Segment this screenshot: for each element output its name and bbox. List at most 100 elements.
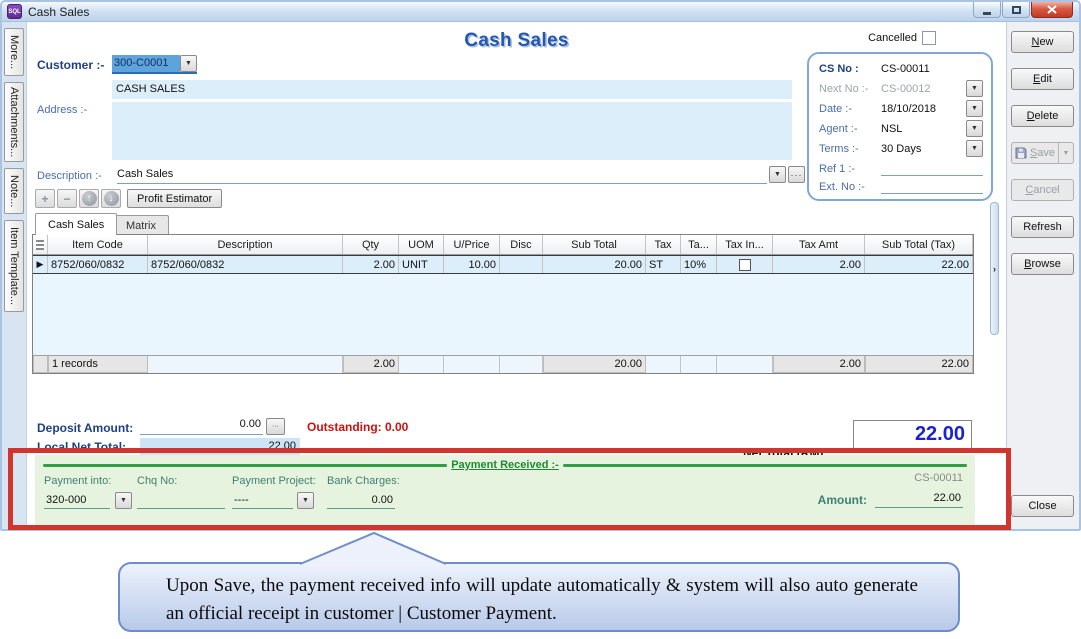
- sidebar-tab-attachments[interactable]: Attachments...: [4, 82, 24, 162]
- cell-uprice[interactable]: 10.00: [444, 256, 500, 273]
- save-button[interactable]: Save ▼: [1011, 142, 1074, 164]
- tab-matrix[interactable]: Matrix: [113, 215, 169, 235]
- column-header-tax-amt[interactable]: Tax Amt: [773, 235, 865, 254]
- column-header-uprice[interactable]: U/Price: [444, 235, 500, 254]
- close-window-button[interactable]: [1031, 2, 1073, 18]
- delete-button[interactable]: Delete: [1011, 105, 1074, 127]
- plus-icon: +: [41, 192, 48, 206]
- row-indicator-icon: ▶: [37, 259, 44, 270]
- close-button[interactable]: Close: [1011, 495, 1074, 517]
- move-up-button[interactable]: ↑: [79, 189, 99, 208]
- column-header-subtotal-tax[interactable]: Sub Total (Tax): [865, 235, 973, 254]
- refresh-button[interactable]: Refresh: [1011, 216, 1074, 238]
- cell-qty[interactable]: 2.00: [343, 256, 399, 273]
- minimize-button[interactable]: [973, 2, 1001, 18]
- tax-inclusive-checkbox[interactable]: [739, 259, 751, 271]
- sidebar-tab-item-template[interactable]: Item Template...: [4, 220, 24, 312]
- add-row-button[interactable]: +: [35, 189, 55, 208]
- agent-value[interactable]: NSL: [881, 123, 963, 135]
- cell-subtotal[interactable]: 20.00: [543, 256, 646, 273]
- cell-subtotal-tax[interactable]: 22.00: [865, 256, 973, 273]
- new-button-label: New: [1012, 36, 1073, 48]
- cancel-button[interactable]: Cancel: [1011, 179, 1074, 201]
- next-no-dropdown-button[interactable]: ▼: [966, 80, 983, 97]
- next-no-label: Next No :-: [819, 83, 881, 95]
- description-field[interactable]: Cash Sales: [117, 168, 767, 184]
- deposit-ellipsis-button[interactable]: ···: [266, 418, 285, 435]
- cell-item-code[interactable]: 8752/060/0832: [48, 256, 148, 273]
- cancelled-checkbox[interactable]: [922, 31, 936, 45]
- table-row[interactable]: ▶ 8752/060/0832 8752/060/0832 2.00 UNIT …: [33, 255, 973, 274]
- address-field[interactable]: [112, 102, 792, 160]
- sidebar-tab-note[interactable]: Note...: [4, 168, 24, 214]
- panel-splitter[interactable]: ›: [990, 202, 999, 335]
- terms-value[interactable]: 30 Days: [881, 143, 963, 155]
- maximize-button[interactable]: [1002, 2, 1030, 18]
- edit-button[interactable]: Edit: [1011, 68, 1074, 90]
- action-button-panel: New Edit Delete Save ▼ Cancel Refresh Br…: [1006, 22, 1079, 529]
- ref1-field[interactable]: [881, 161, 983, 176]
- cell-description[interactable]: 8752/060/0832: [148, 256, 343, 273]
- cell-tax-amt[interactable]: 2.00: [773, 256, 865, 273]
- date-row: Date :- 18/10/2018 ▼: [819, 100, 983, 117]
- move-down-button[interactable]: ↓: [101, 189, 121, 208]
- ext-no-field[interactable]: [881, 179, 983, 194]
- next-no-row: Next No :- CS-00012 ▼: [819, 80, 983, 97]
- column-header-tax[interactable]: Tax: [646, 235, 681, 254]
- new-button[interactable]: New: [1011, 31, 1074, 53]
- customer-name-field[interactable]: CASH SALES: [112, 80, 792, 99]
- expand-arrow-icon: ›: [993, 264, 996, 274]
- remove-row-button[interactable]: −: [57, 189, 77, 208]
- cancelled-label: Cancelled: [868, 32, 917, 44]
- customer-dropdown-button[interactable]: ▼: [180, 55, 197, 72]
- column-header-tax-rate[interactable]: Ta...: [681, 235, 717, 254]
- description-ellipsis-button[interactable]: ···: [788, 166, 805, 183]
- document-info-box: CS No : CS-00011 Next No :- CS-00012 ▼ D…: [807, 52, 993, 201]
- date-value[interactable]: 18/10/2018: [881, 103, 963, 115]
- browse-button[interactable]: Browse: [1011, 253, 1074, 275]
- ellipsis-icon: ···: [791, 170, 803, 180]
- date-label: Date :-: [819, 103, 881, 115]
- grid-selector-header[interactable]: [33, 235, 48, 254]
- page-title: Cash Sales: [27, 30, 1006, 52]
- ref1-label: Ref 1 :-: [819, 163, 881, 175]
- annotation-highlight-box: [8, 448, 1011, 530]
- callout-pointer: [298, 531, 448, 565]
- terms-dropdown-button[interactable]: ▼: [966, 140, 983, 157]
- agent-dropdown-button[interactable]: ▼: [966, 120, 983, 137]
- agent-row: Agent :- NSL ▼: [819, 120, 983, 137]
- footer-spacer: [717, 356, 773, 373]
- customer-combobox[interactable]: 300-C0001 ▼: [112, 55, 197, 74]
- column-header-subtotal[interactable]: Sub Total: [543, 235, 646, 254]
- column-header-description[interactable]: Description: [148, 235, 343, 254]
- window-controls: [972, 2, 1073, 18]
- ext-no-row: Ext. No :-: [819, 178, 983, 195]
- sidebar-tab-more[interactable]: More...: [4, 28, 24, 76]
- profit-estimator-button[interactable]: Profit Estimator: [127, 189, 222, 208]
- title-bar: SQL Cash Sales: [2, 2, 1079, 22]
- footer-subtotal-total: 20.00: [543, 356, 646, 373]
- customer-code-value[interactable]: 300-C0001: [112, 55, 180, 72]
- column-header-qty[interactable]: Qty: [343, 235, 399, 254]
- tab-cash-sales[interactable]: Cash Sales: [35, 213, 117, 235]
- cell-disc[interactable]: [500, 256, 543, 273]
- ref1-row: Ref 1 :-: [819, 160, 983, 177]
- cell-tax[interactable]: ST: [646, 256, 681, 273]
- footer-spacer: [148, 356, 343, 373]
- column-header-item-code[interactable]: Item Code: [48, 235, 148, 254]
- chevron-down-icon: ▼: [971, 145, 978, 152]
- column-header-disc[interactable]: Disc: [500, 235, 543, 254]
- cell-uom[interactable]: UNIT: [399, 256, 444, 273]
- app-icon: SQL: [7, 4, 22, 19]
- footer-spacer: [646, 356, 681, 373]
- date-dropdown-button[interactable]: ▼: [966, 100, 983, 117]
- cell-tax-rate[interactable]: 10%: [681, 256, 717, 273]
- save-dropdown[interactable]: ▼: [1059, 150, 1073, 157]
- minimize-icon: [983, 12, 991, 15]
- column-header-tax-inclusive[interactable]: Tax In...: [717, 235, 773, 254]
- deposit-amount-field[interactable]: 0.00: [140, 418, 263, 435]
- column-header-uom[interactable]: UOM: [399, 235, 444, 254]
- cell-tax-inclusive: [717, 256, 773, 273]
- description-dropdown-button[interactable]: ▼: [769, 166, 786, 183]
- ellipsis-icon: ···: [272, 423, 279, 430]
